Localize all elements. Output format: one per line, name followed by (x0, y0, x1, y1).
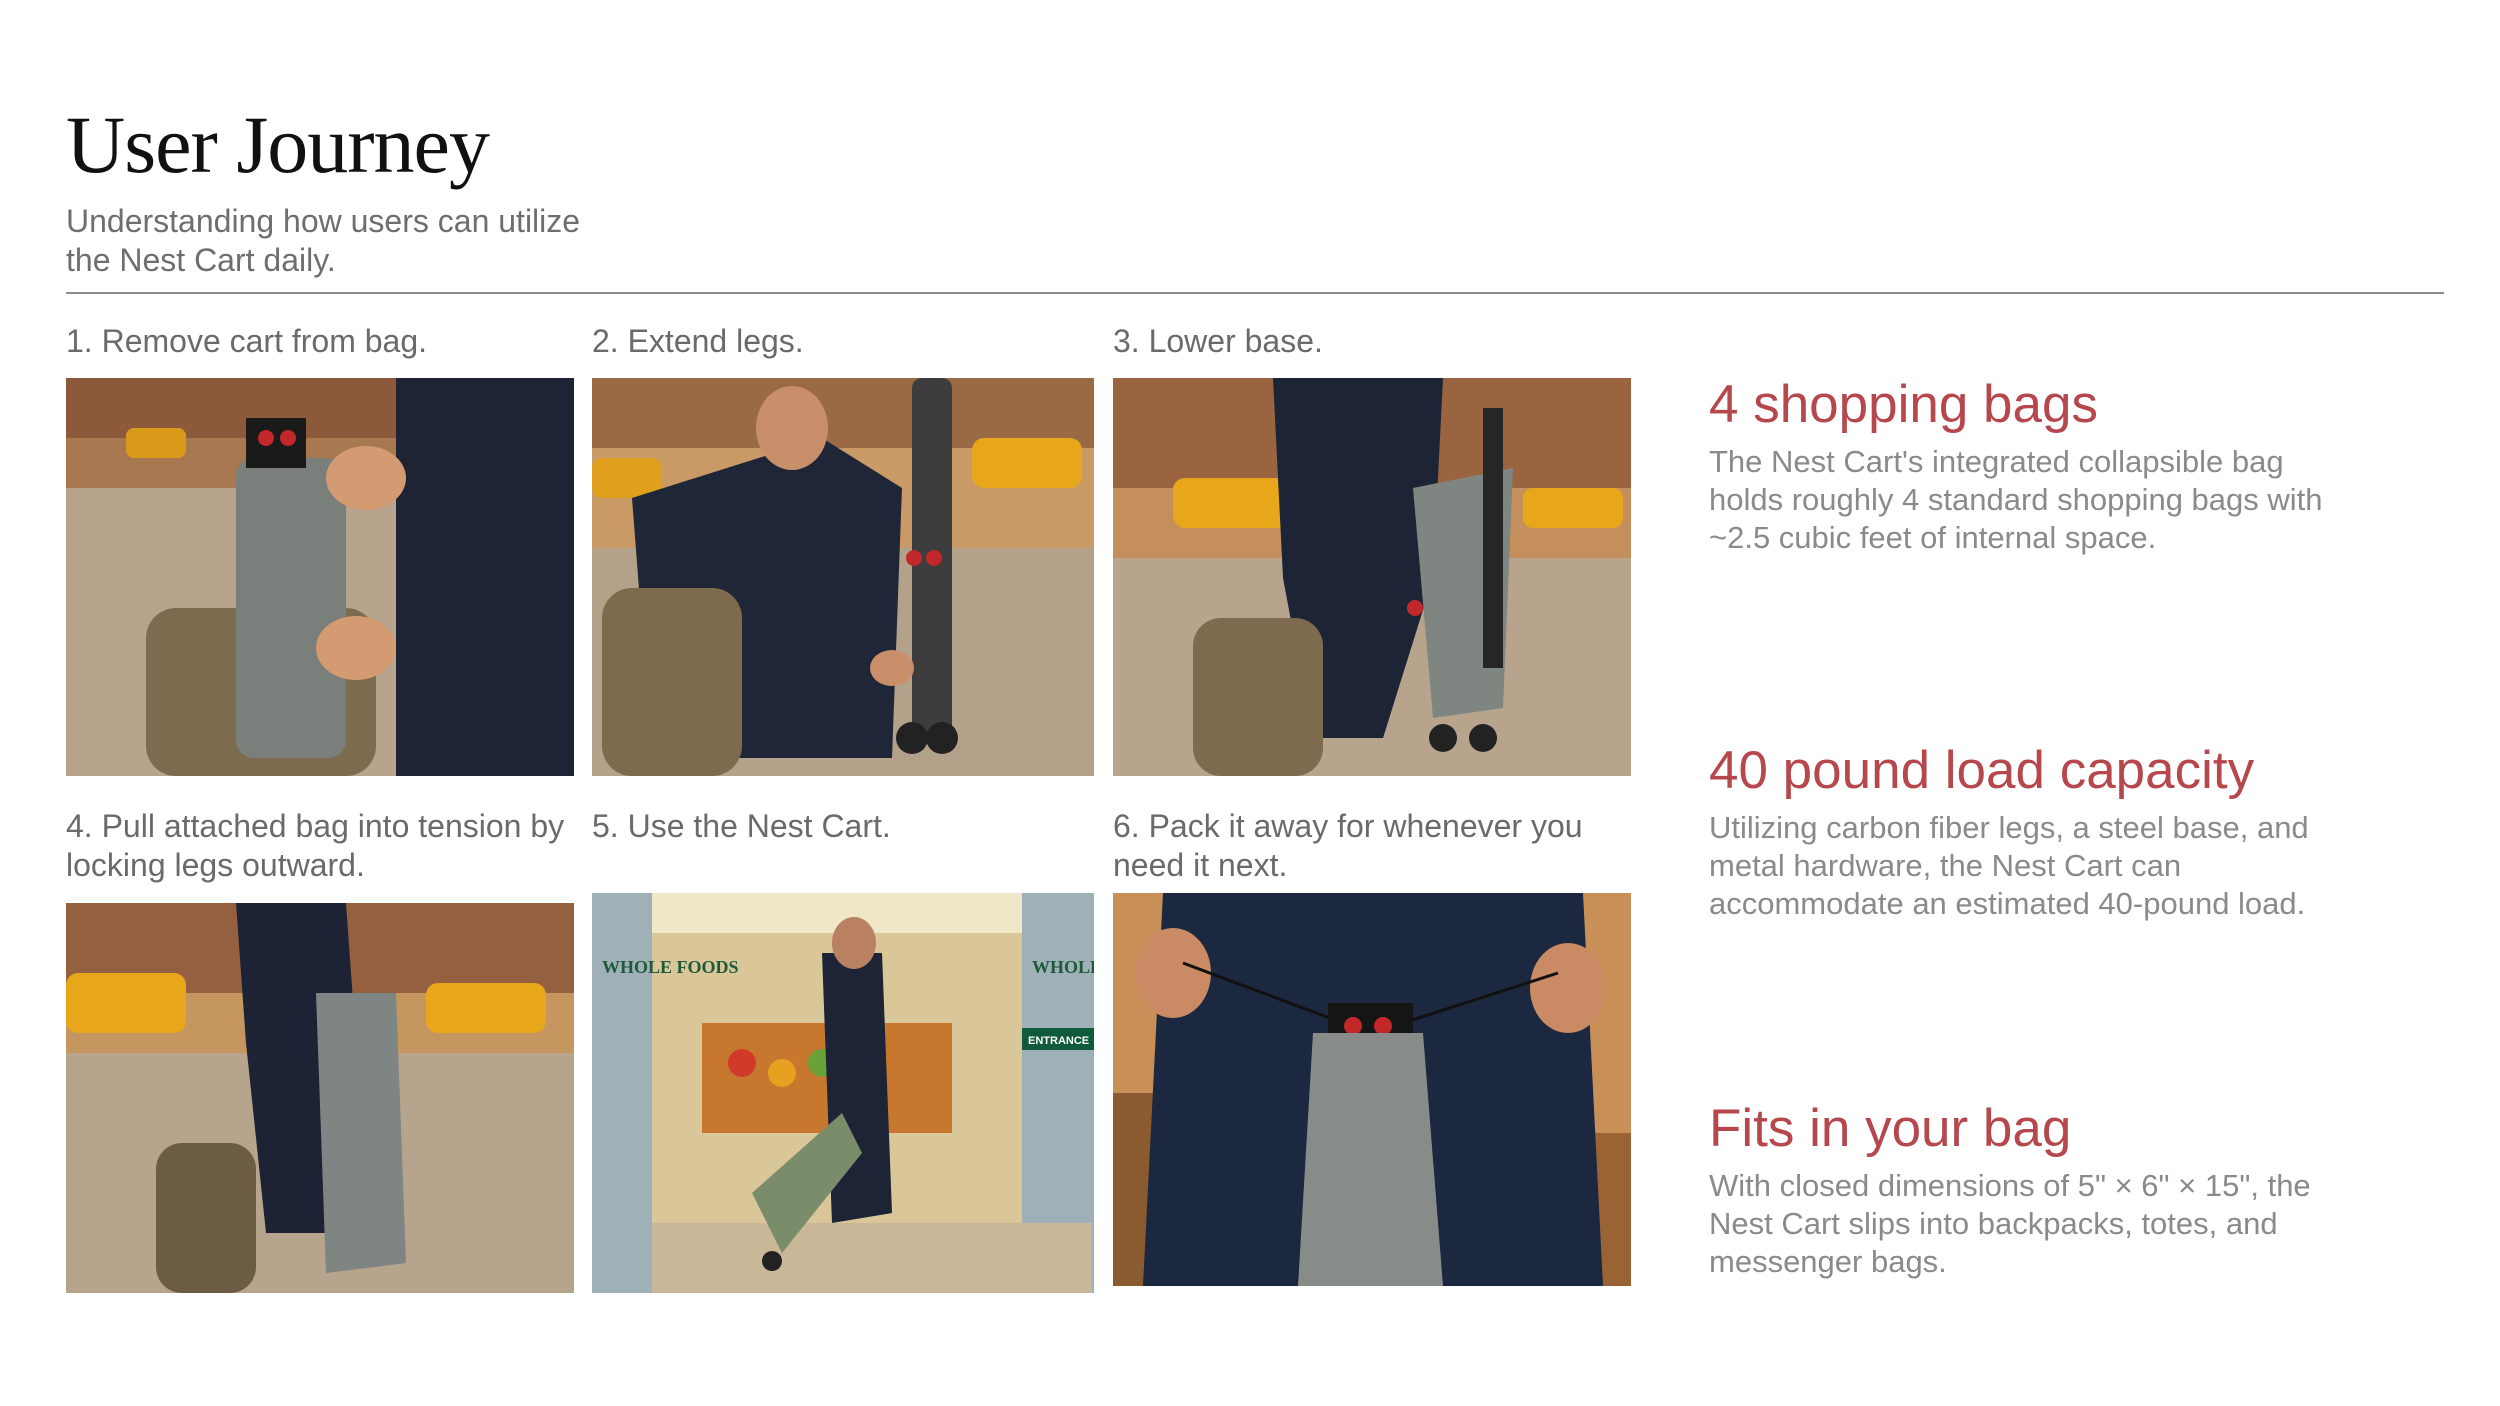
step-4-photo (66, 903, 574, 1293)
step-3-photo (1113, 378, 1631, 776)
step-6-label: 6. Pack it away for whenever you need it… (1113, 808, 1583, 883)
step-2-label: 2. Extend legs. (592, 323, 804, 359)
step-5-label: 5. Use the Nest Cart. (592, 808, 891, 844)
feature-size-text: With closed dimensions of 5" × 6" × 15",… (1709, 1168, 2311, 1279)
page-title: User Journey (66, 99, 490, 190)
feature-size-title: Fits in your bag (1709, 1099, 2072, 1158)
entrance-sign: ENTRANCE (1028, 1035, 1089, 1047)
feature-load-text: Utilizing carbon fiber legs, a steel bas… (1709, 810, 2309, 921)
step-4-label: 4. Pull attached bag into tension by loc… (66, 808, 565, 883)
step-3-label: 3. Lower base. (1113, 323, 1323, 359)
store-sign-left: WHOLE FOODS (602, 957, 739, 977)
feature-load-title: 40 pound load capacity (1709, 741, 2255, 800)
step-2-photo (592, 378, 1094, 776)
feature-capacity-text: The Nest Cart's integrated collapsible b… (1709, 444, 2323, 555)
store-sign-right: WHOLE FOODS (1032, 957, 1094, 977)
step-1-photo (66, 378, 574, 776)
step-6-photo (1113, 893, 1631, 1286)
step-1-label: 1. Remove cart from bag. (66, 323, 428, 359)
page-subtitle: Understanding how users can utilize the … (66, 203, 581, 278)
header-divider (66, 292, 2444, 294)
feature-capacity-title: 4 shopping bags (1709, 375, 2098, 434)
step-5-photo: WHOLE FOODS WHOLE FOODS ENTRANCE (592, 893, 1094, 1293)
